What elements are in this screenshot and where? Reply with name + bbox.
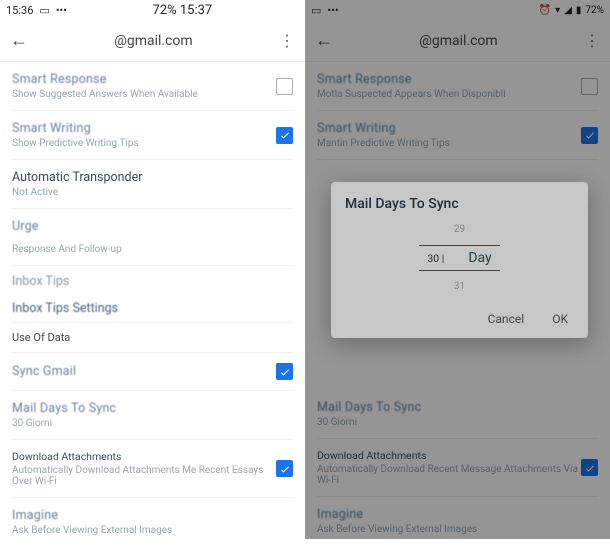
page-title: @gmail.com xyxy=(28,33,279,49)
use-of-data-header: Use Of Data xyxy=(12,323,293,353)
battery-icon: ▮ xyxy=(576,5,582,16)
sync-gmail-label: Sync Gmail xyxy=(12,364,276,379)
smart-response-label: Smart Response xyxy=(317,72,581,87)
setting-smart-response[interactable]: Smart Response Motla Suspected Appears W… xyxy=(317,62,598,111)
inbox-tips-settings-link[interactable]: Inbox Tips Settings xyxy=(12,293,293,323)
setting-sync-gmail[interactable]: Sync Gmail xyxy=(12,353,293,391)
number-picker[interactable]: 29 30 | Day 31 xyxy=(345,220,574,300)
overflow-menu-icon[interactable]: ⋮ xyxy=(584,31,600,50)
days-to-sync-sub: 30 Giorni xyxy=(12,418,293,429)
inbox-tips-header: Inbox Tips xyxy=(12,266,293,293)
check-icon xyxy=(279,366,291,378)
setting-smart-writing[interactable]: Smart Writing Show Predictive Writing Ti… xyxy=(12,111,293,160)
smart-writing-sub: Mantin Predictive Writing Tips xyxy=(317,138,581,149)
setting-days-to-sync[interactable]: Mail Days To Sync 30 Giorni xyxy=(317,390,598,439)
check-icon xyxy=(279,463,291,475)
setting-download-attachments[interactable]: Download Attachments Automatically Downl… xyxy=(12,440,293,498)
app-bar: ← @gmail.com ⋮ xyxy=(0,20,305,62)
urge-label: Urge xyxy=(12,219,293,234)
picker-prev[interactable]: 29 xyxy=(454,224,465,235)
status-battery-time: 72% 15:37 xyxy=(153,3,213,18)
battery-text: 72% xyxy=(585,5,604,16)
overflow-menu-icon[interactable]: ⋮ xyxy=(279,31,295,50)
back-icon[interactable]: ← xyxy=(10,30,28,51)
smart-response-label: Smart Response xyxy=(12,72,276,87)
autoresponder-label: Automatic Transponder xyxy=(12,170,293,185)
picker-selected[interactable]: 30 | xyxy=(427,252,444,265)
smart-response-sub: Show Suggested Answers When Available xyxy=(12,89,276,100)
check-icon xyxy=(584,462,596,474)
setting-autoresponder[interactable]: Automatic Transponder Not Active xyxy=(12,160,293,209)
images-sub: Ask Before Viewing External Images xyxy=(12,525,293,536)
setting-images[interactable]: Imagine Ask Before Viewing External Imag… xyxy=(317,497,598,545)
days-to-sync-dialog: Mail Days To Sync 29 30 | Day 31 Cancel … xyxy=(331,182,588,338)
setting-urge[interactable]: Urge Response And Follow-up xyxy=(12,209,293,266)
smart-writing-checkbox[interactable] xyxy=(581,127,598,144)
ok-button[interactable]: OK xyxy=(552,312,568,326)
download-attachments-sub: Automatically Download Attachments Me Re… xyxy=(12,465,276,487)
status-time: 15:36 xyxy=(6,4,33,17)
smart-writing-label: Smart Writing xyxy=(12,121,276,136)
app-bar: ← @gmail.com ⋮ xyxy=(305,20,610,62)
days-to-sync-label: Mail Days To Sync xyxy=(12,401,293,416)
more-icon: ••• xyxy=(56,4,67,17)
images-label: Imagine xyxy=(12,508,293,523)
setting-smart-writing[interactable]: Smart Writing Mantin Predictive Writing … xyxy=(317,111,598,160)
wifi-icon: ▾ xyxy=(555,5,560,16)
sync-gmail-checkbox[interactable] xyxy=(276,363,293,380)
urge-sub: Response And Follow-up xyxy=(12,244,293,255)
more-icon: ••• xyxy=(327,4,338,17)
notif-icon: ▭ xyxy=(311,4,321,17)
page-title: @gmail.com xyxy=(333,33,584,49)
check-icon xyxy=(279,129,291,141)
setting-smart-response[interactable]: Smart Response Show Suggested Answers Wh… xyxy=(12,62,293,111)
smart-writing-label: Smart Writing xyxy=(317,121,581,136)
setting-days-to-sync[interactable]: Mail Days To Sync 30 Giorni xyxy=(12,391,293,440)
status-bar: ▭ ••• ⏰ ▾ ◢ ▮ 72% xyxy=(305,0,610,20)
back-icon[interactable]: ← xyxy=(315,30,333,51)
smart-writing-checkbox[interactable] xyxy=(276,127,293,144)
setting-download-attachments[interactable]: Download Attachments Automatically Downl… xyxy=(317,439,598,497)
signal-icon: ◢ xyxy=(564,5,572,16)
download-attachments-label: Download Attachments xyxy=(12,450,276,463)
days-to-sync-sub: 30 Giorni xyxy=(317,417,598,428)
autoresponder-sub: Not Active xyxy=(12,187,293,198)
smart-response-checkbox[interactable] xyxy=(276,78,293,95)
cancel-button[interactable]: Cancel xyxy=(488,312,525,326)
days-to-sync-label: Mail Days To Sync xyxy=(317,400,598,415)
images-sub: Ask Before Viewing External Images xyxy=(317,524,598,535)
notif-icon: ▭ xyxy=(39,4,49,17)
download-attachments-sub: Automatically Download Recent Message At… xyxy=(317,464,581,486)
download-attachments-label: Download Attachments xyxy=(317,449,581,462)
check-icon xyxy=(584,129,596,141)
smart-response-checkbox[interactable] xyxy=(581,78,598,95)
picker-next[interactable]: 31 xyxy=(454,281,465,292)
images-label: Imagine xyxy=(317,507,598,522)
status-bar: 15:36 ▭ ••• 72% 15:37 xyxy=(0,0,305,20)
download-attachments-checkbox[interactable] xyxy=(276,460,293,477)
dialog-title: Mail Days To Sync xyxy=(345,196,574,212)
picker-unit: Day xyxy=(468,250,491,266)
alarm-icon: ⏰ xyxy=(539,5,551,16)
smart-writing-sub: Show Predictive Writing Tips xyxy=(12,138,276,149)
download-attachments-checkbox[interactable] xyxy=(581,459,598,476)
smart-response-sub: Motla Suspected Appears When Disponibli xyxy=(317,89,581,100)
